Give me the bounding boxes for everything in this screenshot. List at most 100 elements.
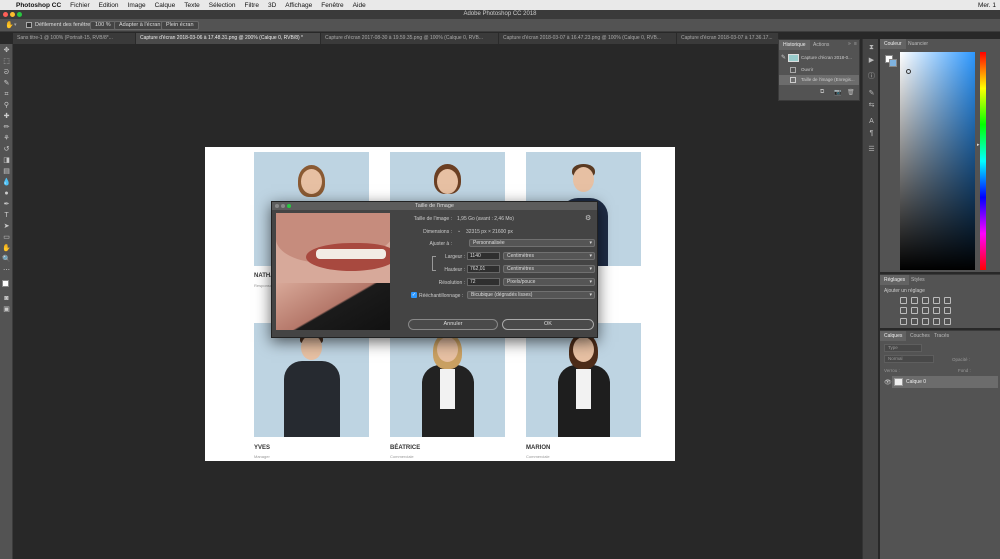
posterize-adjustment-icon[interactable] — [911, 318, 918, 325]
hand-tool-icon[interactable]: ✋ — [2, 244, 11, 253]
menu-texte[interactable]: Texte — [184, 2, 200, 9]
brush-tool-icon[interactable]: ✏ — [2, 123, 11, 132]
history-brush-source-icon[interactable]: ✎ — [781, 53, 786, 63]
image-preview[interactable] — [276, 213, 390, 330]
menu-fichier[interactable]: Fichier — [70, 2, 90, 9]
resample-method-select[interactable]: Bicubique (dégradés lisses) — [467, 291, 595, 299]
height-input[interactable]: 762,01 — [467, 265, 500, 273]
hue-slider-handle[interactable]: ▸ — [977, 142, 980, 148]
blend-mode-select[interactable]: Normal — [884, 355, 934, 363]
brightness-adjustment-icon[interactable] — [900, 297, 907, 304]
clone-stamp-tool-icon[interactable]: ⚘ — [2, 134, 11, 143]
hue-saturation-adjustment-icon[interactable] — [911, 307, 918, 314]
width-unit-select[interactable]: Centimètres — [503, 252, 595, 260]
move-tool-icon[interactable]: ✥ — [2, 46, 11, 55]
tab-capture-1736[interactable]: Capture d'écran 2018-03-07 à 17.36.17... — [677, 33, 779, 44]
exposure-adjustment-icon[interactable] — [933, 297, 940, 304]
layer-kind-filter-select[interactable]: Type — [884, 344, 922, 352]
adjustments-panel-icon[interactable]: ⇆ — [867, 101, 876, 110]
tab-swatches[interactable]: Nuancier — [904, 39, 932, 49]
menu-filtre[interactable]: Filtre — [245, 2, 259, 9]
vibrance-adjustment-icon[interactable] — [900, 307, 907, 314]
fit-to-select[interactable]: Personnalisée — [469, 239, 595, 247]
cancel-button[interactable]: Annuler — [408, 319, 498, 330]
tab-color[interactable]: Couleur — [880, 39, 906, 49]
menu-edition[interactable]: Edition — [99, 2, 119, 9]
black-white-adjustment-icon[interactable] — [933, 307, 940, 314]
gear-icon[interactable]: ⚙ — [585, 214, 591, 222]
panel-menu-icon[interactable]: ≡ — [854, 41, 857, 47]
fill-screen-button[interactable]: Plein écran — [161, 21, 199, 30]
photo-filter-adjustment-icon[interactable] — [944, 307, 951, 314]
tool-preset-chevron-icon[interactable]: ▾ — [14, 22, 17, 28]
collapse-panel-icon[interactable]: » — [848, 41, 851, 47]
eye-visibility-icon[interactable]: 👁 — [884, 379, 892, 386]
properties-panel-icon[interactable]: ☰ — [867, 145, 876, 154]
crop-tool-icon[interactable]: ⌗ — [2, 90, 11, 99]
tab-adjustments[interactable]: Réglages — [880, 275, 910, 285]
tab-paths[interactable]: Tracés — [930, 331, 953, 341]
selective-color-adjustment-icon[interactable] — [933, 318, 940, 325]
screen-mode-icon[interactable]: ▣ — [2, 305, 11, 314]
dimensions-chevron-icon[interactable]: ⌄ — [457, 228, 461, 234]
dodge-tool-icon[interactable]: ● — [2, 189, 11, 198]
ok-button[interactable]: OK — [502, 319, 594, 330]
lasso-tool-icon[interactable]: ᘐ — [2, 68, 11, 77]
type-tool-icon[interactable]: T — [2, 211, 11, 220]
history-snapshot[interactable]: ✎ Capture d'écran 2018-0... — [779, 53, 859, 63]
more-tools-icon[interactable]: ⋯ — [2, 266, 11, 275]
brush-panel-icon[interactable]: ✎ — [867, 89, 876, 98]
color-balance-adjustment-icon[interactable] — [922, 307, 929, 314]
menu-affichage[interactable]: Affichage — [285, 2, 312, 9]
gradient-tool-icon[interactable]: ▤ — [2, 167, 11, 176]
new-document-from-state-icon[interactable]: ⧉ — [820, 89, 824, 96]
curves-adjustment-icon[interactable] — [922, 297, 929, 304]
menu-3d[interactable]: 3D — [268, 2, 276, 9]
gradient-fill-adjustment-icon[interactable] — [944, 318, 951, 325]
rectangle-tool-icon[interactable]: ▭ — [2, 233, 11, 242]
invert-adjustment-icon[interactable] — [900, 318, 907, 325]
color-field[interactable] — [900, 52, 975, 270]
menu-aide[interactable]: Aide — [353, 2, 366, 9]
resample-checkbox[interactable]: ✓ — [411, 292, 417, 298]
tab-capture-2017[interactable]: Capture d'écran 2017-08-30 à 19.59.35.pn… — [321, 33, 499, 44]
tab-capture-1647[interactable]: Capture d'écran 2018-03-07 à 16.47.23.pn… — [499, 33, 677, 44]
eraser-tool-icon[interactable]: ◨ — [2, 156, 11, 165]
tab-styles[interactable]: Styles — [907, 275, 929, 285]
tab-actions[interactable]: Actions — [809, 40, 833, 50]
path-select-tool-icon[interactable]: ➤ — [2, 222, 11, 231]
tab-layers[interactable]: Calques — [880, 331, 907, 341]
pen-tool-icon[interactable]: ✒ — [2, 200, 11, 209]
resolution-unit-select[interactable]: Pixels/pouce — [503, 278, 595, 286]
levels-adjustment-icon[interactable] — [911, 297, 918, 304]
character-panel-icon[interactable]: A — [867, 117, 876, 126]
foreground-color-swatch[interactable] — [2, 280, 9, 287]
zoom-tool-icon[interactable]: 🔍 — [2, 255, 11, 264]
dialog-zoom-button[interactable] — [287, 204, 291, 208]
threshold-adjustment-icon[interactable] — [922, 318, 929, 325]
zoom-100-button[interactable]: 100 % — [90, 21, 116, 30]
fit-screen-button[interactable]: Adapter à l'écran — [114, 21, 166, 30]
gradient-map-adjustment-icon[interactable] — [944, 297, 951, 304]
blur-tool-icon[interactable]: 💧 — [2, 178, 11, 187]
history-panel-icon[interactable]: ⧗ — [867, 43, 876, 52]
menu-image[interactable]: Image — [128, 2, 146, 9]
camera-icon[interactable]: 📷 — [834, 89, 841, 96]
layer-row[interactable]: Calque 0 — [892, 376, 998, 388]
info-panel-icon[interactable]: ⓘ — [867, 72, 876, 81]
tab-history[interactable]: Historique — [779, 40, 810, 50]
menu-fenetre[interactable]: Fenêtre — [321, 2, 343, 9]
menu-selection[interactable]: Sélection — [209, 2, 236, 9]
scroll-all-checkbox[interactable] — [26, 22, 32, 28]
tab-capture-active[interactable]: Capture d'écran 2018-03-06 à 17.48.31.pn… — [136, 33, 321, 44]
width-input[interactable]: 1140 — [467, 252, 500, 260]
resolution-input[interactable]: 72 — [467, 278, 500, 286]
hue-slider[interactable] — [980, 52, 986, 270]
marquee-tool-icon[interactable]: ⬚ — [2, 57, 11, 66]
paragraph-panel-icon[interactable]: ¶ — [867, 129, 876, 138]
dialog-close-button[interactable] — [275, 204, 279, 208]
history-step-open[interactable]: Ouvrir — [779, 65, 859, 75]
tab-sans-titre[interactable]: Sans titre-1 @ 100% (Portrait-15, RVB/8*… — [13, 33, 136, 44]
background-color-swatch[interactable] — [889, 59, 897, 67]
trash-icon[interactable]: 🗑 — [847, 89, 855, 96]
